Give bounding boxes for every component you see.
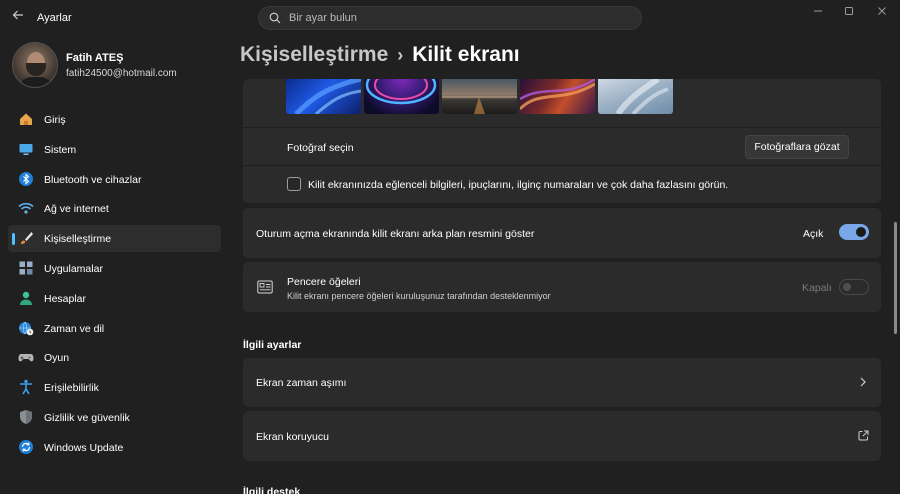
divider (243, 165, 881, 166)
user-profile[interactable]: Fatih ATEŞ fatih24500@hotmail.com (12, 42, 232, 90)
breadcrumb-parent[interactable]: Kişiselleştirme (240, 43, 388, 66)
widgets-title: Pencere öğeleri (287, 276, 361, 288)
chevron-right-icon (860, 377, 866, 387)
thumbnail-image[interactable] (598, 79, 673, 114)
app-title: Ayarlar (37, 12, 72, 24)
thumbnail-image[interactable] (364, 79, 439, 114)
sidebar-item-label: Windows Update (44, 441, 124, 454)
sidebar-item-label: Sistem (44, 143, 77, 156)
home-icon (20, 113, 32, 125)
signin-background-toggle[interactable] (839, 224, 869, 240)
widgets-subtitle: Kilit ekranı pencere öğeleri kuruluşunuz… (287, 291, 551, 301)
page-title: Kilit ekranı (412, 43, 520, 66)
related-support-title: İlgili destek (243, 486, 301, 494)
widgets-icon (257, 280, 273, 294)
thumbnail-image[interactable] (286, 79, 361, 114)
avatar (12, 42, 58, 88)
sidebar-item-gaming[interactable]: Oyun (8, 344, 221, 371)
divider (243, 127, 881, 128)
breadcrumb-separator: › (397, 45, 404, 65)
signin-background-label: Oturum açma ekranında kilit ekranı arka … (256, 228, 535, 240)
fun-facts-checkbox[interactable] (287, 177, 301, 191)
monitor-icon (19, 143, 33, 155)
profile-name: Fatih ATEŞ (66, 52, 124, 64)
signin-background-state: Açık (803, 228, 824, 240)
globe-clock-icon (19, 321, 34, 335)
search-input[interactable] (289, 10, 629, 26)
widgets-toggle (839, 279, 869, 295)
sidebar-item-sistem[interactable]: Sistem (8, 136, 221, 163)
choose-photo-label: Fotoğraf seçin (287, 142, 354, 154)
sidebar-item-label: Uygulamalar (44, 262, 103, 275)
sidebar-item-label: Gizlilik ve güvenlik (44, 411, 130, 424)
back-arrow-icon[interactable] (8, 8, 28, 28)
sidebar-item-label: Erişilebilirlik (44, 382, 99, 395)
thumbnail-image[interactable] (442, 79, 517, 114)
sidebar-item-label: Oyun (44, 352, 70, 365)
title-bar: Ayarlar (0, 0, 900, 36)
paintbrush-icon (21, 232, 33, 245)
apps-icon (19, 261, 33, 275)
sidebar-item-label: Kişiselleştirme (44, 233, 112, 246)
widgets-state: Kapalı (802, 282, 832, 294)
sidebar-item-label: Zaman ve dil (44, 322, 105, 335)
sidebar-item-personalization[interactable]: Kişiselleştirme (8, 225, 221, 253)
sidebar-item-giris[interactable]: Giriş (8, 106, 221, 133)
sidebar-item-label: Ağ ve internet (44, 203, 109, 216)
update-icon (19, 439, 33, 454)
bluetooth-icon (19, 171, 33, 186)
screen-saver-row[interactable] (243, 411, 881, 461)
search-box[interactable] (258, 6, 642, 30)
close-icon[interactable] (870, 4, 894, 22)
scrollbar[interactable] (894, 222, 897, 334)
external-link-icon (858, 430, 869, 441)
sidebar-item-label: Giriş (44, 114, 66, 126)
browse-photos-button[interactable]: Fotoğraflara gözat (745, 135, 849, 159)
sidebar-item-network[interactable]: Ağ ve internet (8, 195, 221, 222)
profile-email: fatih24500@hotmail.com (66, 68, 177, 79)
sidebar-item-bluetooth[interactable]: Bluetooth ve cihazlar (8, 166, 221, 193)
fun-facts-label: Kilit ekranınızda eğlenceli bilgileri, i… (308, 179, 729, 191)
shield-icon (20, 409, 32, 424)
screen-timeout-label: Ekran zaman aşımı (256, 377, 347, 389)
sidebar-item-label: Hesaplar (44, 292, 87, 305)
sidebar-item-apps[interactable]: Uygulamalar (8, 255, 221, 282)
breadcrumb: Kişiselleştirme › Kilit ekranı (240, 43, 520, 67)
thumbnail-image[interactable] (520, 79, 595, 114)
related-settings-title: İlgili ayarlar (243, 339, 302, 351)
person-icon (20, 291, 32, 305)
sidebar-item-windows-update[interactable]: Windows Update (8, 434, 221, 461)
sidebar-item-accessibility[interactable]: Erişilebilirlik (8, 374, 221, 401)
sidebar-item-time-language[interactable]: Zaman ve dil (8, 315, 221, 342)
maximize-icon[interactable] (837, 4, 861, 22)
search-icon (269, 12, 281, 24)
accessibility-icon (20, 379, 32, 395)
sidebar-item-label: Bluetooth ve cihazlar (44, 173, 142, 186)
screen-saver-label: Ekran koruyucu (256, 431, 329, 443)
wifi-icon (18, 203, 34, 214)
gamepad-icon (18, 354, 34, 362)
sidebar-nav: Giriş Sistem Bluetooth ve cihazlar Ağ ve… (8, 106, 221, 464)
sidebar-item-accounts[interactable]: Hesaplar (8, 285, 221, 312)
sidebar-item-privacy[interactable]: Gizlilik ve güvenlik (8, 404, 221, 431)
minimize-icon[interactable] (806, 4, 830, 22)
